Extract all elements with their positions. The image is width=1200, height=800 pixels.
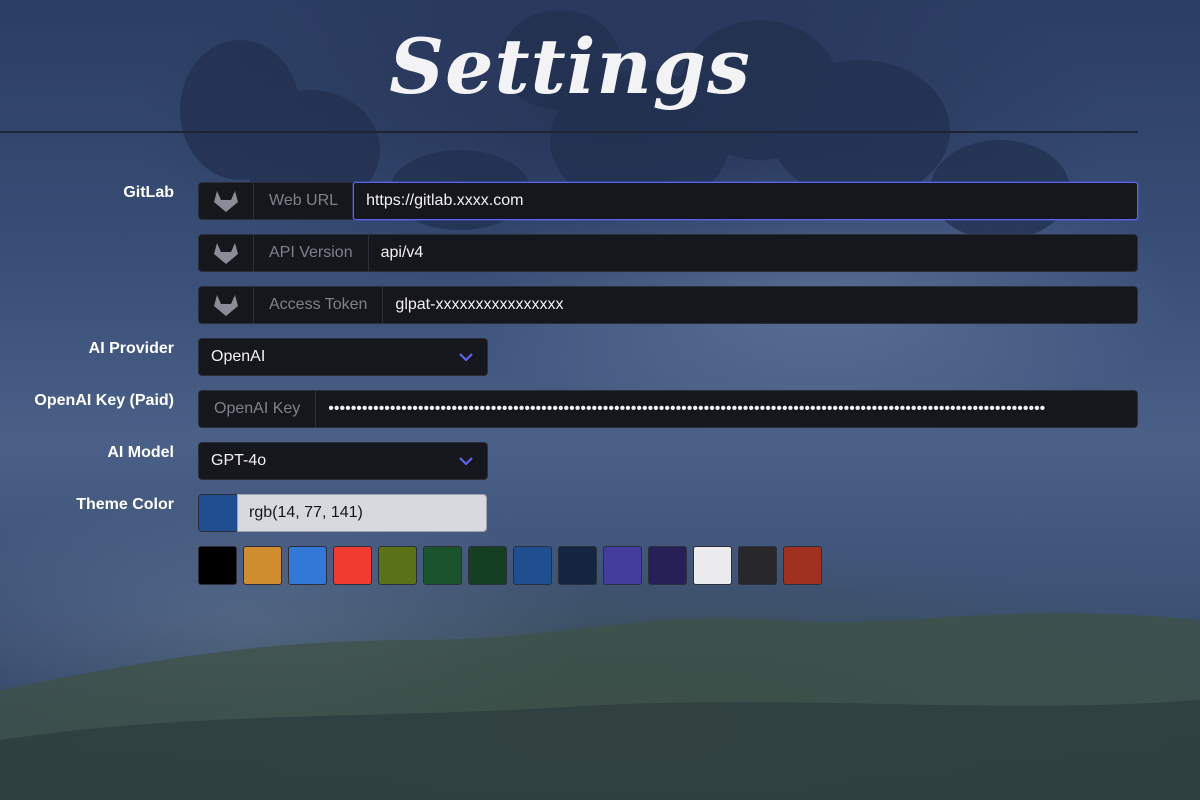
color-swatch[interactable] [243,546,282,585]
api-version-input[interactable]: api/v4 [369,235,1137,271]
web-url-addon: Web URL [254,183,355,219]
ai-provider-selected: OpenAI [211,348,266,365]
gitlab-label: GitLab [123,184,174,201]
openai-key-label: OpenAI Key (Paid) [34,392,174,409]
web-url-group: Web URL https://gitlab.xxxx.com [198,182,1138,220]
theme-color-input[interactable]: rgb(14, 77, 141) [237,494,487,532]
access-token-input[interactable]: glpat-xxxxxxxxxxxxxxxx [383,287,1137,323]
background-hills [0,612,1200,800]
page-title: Settings [389,22,751,111]
color-swatch[interactable] [378,546,417,585]
gitlab-icon [199,287,254,323]
color-swatch[interactable] [558,546,597,585]
gitlab-icon [199,183,254,219]
color-swatch[interactable] [693,546,732,585]
ai-model-select[interactable]: GPT-4o [198,442,488,480]
color-swatch[interactable] [468,546,507,585]
api-version-addon: API Version [254,235,369,271]
color-swatch[interactable] [738,546,777,585]
gitlab-icon [199,235,254,271]
openai-key-input[interactable]: ••••••••••••••••••••••••••••••••••••••••… [316,391,1137,427]
api-version-group: API Version api/v4 [198,234,1138,272]
color-swatch[interactable] [783,546,822,585]
openai-key-group: OpenAI Key •••••••••••••••••••••••••••••… [198,390,1138,428]
current-color-swatch[interactable] [198,494,238,532]
chevron-down-icon [459,352,473,362]
color-swatch[interactable] [288,546,327,585]
ai-provider-label: AI Provider [88,340,174,357]
ai-model-label: AI Model [107,444,174,461]
color-swatch[interactable] [603,546,642,585]
color-swatch-palette [198,546,822,585]
theme-color-label: Theme Color [76,496,174,513]
access-token-group: Access Token glpat-xxxxxxxxxxxxxxxx [198,286,1138,324]
color-swatch[interactable] [513,546,552,585]
color-swatch[interactable] [648,546,687,585]
color-swatch[interactable] [198,546,237,585]
title-divider [0,131,1138,133]
ai-provider-select[interactable]: OpenAI [198,338,488,376]
color-swatch[interactable] [423,546,462,585]
access-token-addon: Access Token [254,287,384,323]
openai-key-addon: OpenAI Key [199,391,317,427]
web-url-input[interactable]: https://gitlab.xxxx.com [353,182,1138,220]
chevron-down-icon [459,456,473,466]
ai-model-selected: GPT-4o [211,452,267,469]
color-swatch[interactable] [333,546,372,585]
